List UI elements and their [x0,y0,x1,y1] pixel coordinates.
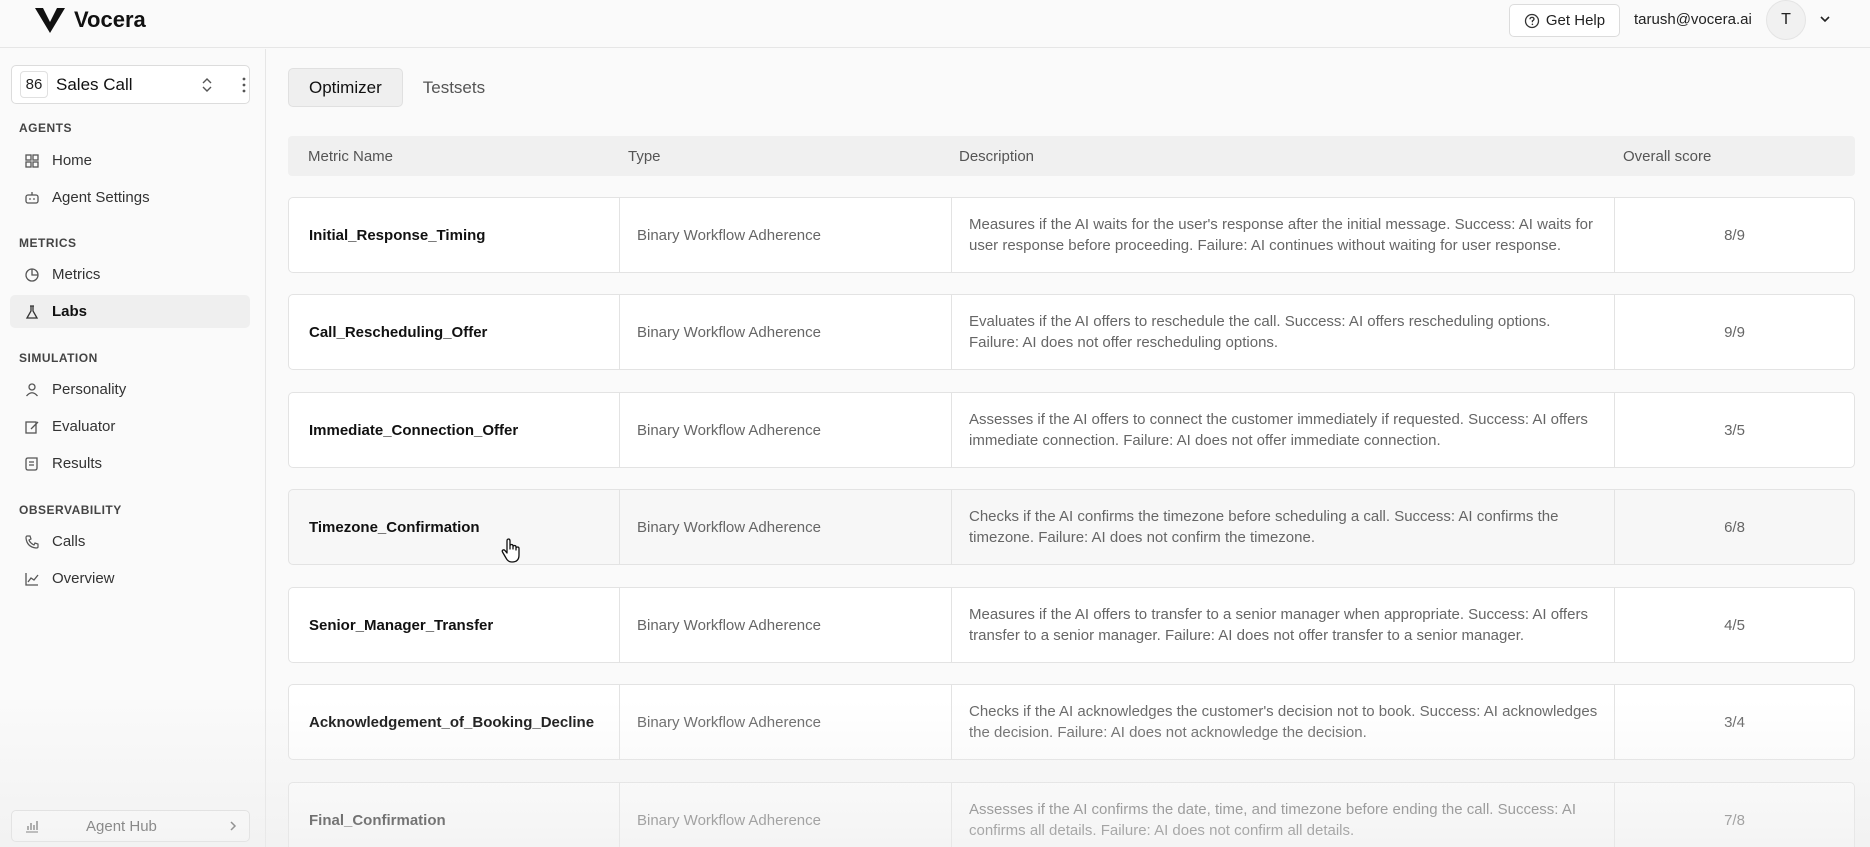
sidebar-item-label: Personality [52,381,127,398]
help-circle-icon [1524,13,1540,28]
sidebar-item-label: Metrics [52,266,101,283]
sidebar-item-label: Labs [52,303,88,320]
section-label-observability: OBSERVABILITY [19,503,122,517]
metric-name: Senior_Manager_Transfer [309,616,494,634]
metric-type: Binary Workflow Adherence [619,685,951,759]
metric-description: Evaluates if the AI offers to reschedule… [951,295,1614,369]
avatar-initial: T [1781,11,1791,28]
scroll-icon [25,456,38,471]
sidebar-item-label: Home [52,152,93,169]
metric-type: Binary Workflow Adherence [619,490,951,564]
bot-icon [25,191,39,204]
table-row[interactable]: Immediate_Connection_Offer Binary Workfl… [288,392,1855,468]
more-vertical-icon[interactable] [236,76,252,94]
sidebar-item-label: Calls [52,533,86,550]
sidebar-item-agent-settings[interactable]: Agent Settings [10,181,250,214]
metric-name: Call_Rescheduling_Offer [309,323,488,341]
metric-type: Binary Workflow Adherence [619,783,951,847]
column-header-description[interactable]: Description [959,148,1034,165]
user-email: tarush@vocera.ai [1634,11,1752,28]
tab-optimizer[interactable]: Optimizer [288,68,403,107]
vocera-logo-icon [35,8,65,33]
agent-hub-label: Agent Hub [86,817,157,835]
section-label-agents: AGENTS [19,121,73,135]
sidebar-item-overview[interactable]: Overview [10,562,250,595]
metric-score: 8/9 [1614,198,1854,272]
metric-name: Initial_Response_Timing [309,226,486,244]
metric-description: Measures if the AI waits for the user's … [951,198,1614,272]
phone-icon [25,534,39,549]
section-label-simulation: SIMULATION [19,351,98,365]
hand-pointer-cursor-icon [501,538,520,563]
flask-icon [25,304,39,319]
sidebar-item-results[interactable]: Results [10,447,250,480]
table-row[interactable]: Call_Rescheduling_Offer Binary Workflow … [288,294,1855,370]
table-row[interactable]: Final_Confirmation Binary Workflow Adher… [288,782,1855,847]
sidebar-item-labs[interactable]: Labs [10,295,250,328]
sidebar-item-personality[interactable]: Personality [10,373,250,406]
grid-icon [25,153,39,168]
metric-description: Assesses if the AI confirms the date, ti… [951,783,1614,847]
metric-type: Binary Workflow Adherence [619,588,951,662]
table-row[interactable]: Timezone_Confirmation Binary Workflow Ad… [288,489,1855,565]
evaluator-icon [25,420,39,434]
line-chart-icon [25,572,39,586]
metric-name: Acknowledgement_of_Booking_Decline [309,713,595,731]
metric-type: Binary Workflow Adherence [619,295,951,369]
metric-description: Measures if the AI offers to transfer to… [951,588,1614,662]
app-name: Vocera [74,7,146,32]
metric-score: 3/5 [1614,393,1854,467]
agent-name: Sales Call [56,74,133,94]
bar-chart-icon [26,821,38,833]
metric-score: 6/8 [1614,490,1854,564]
metric-score: 9/9 [1614,295,1854,369]
sidebar-item-label: Overview [52,570,115,587]
get-help-button[interactable]: Get Help [1509,4,1620,37]
agent-hub-button[interactable]: Agent Hub [11,810,250,842]
chevron-down-icon[interactable] [1818,12,1832,26]
table-header: Metric Name Type Description Overall sco… [288,136,1855,176]
sidebar-item-evaluator[interactable]: Evaluator [10,410,250,443]
column-header-overall-score[interactable]: Overall score [1623,148,1711,165]
chevron-right-icon [230,821,237,831]
metric-name: Timezone_Confirmation [309,518,480,536]
pie-chart-icon [25,267,39,282]
metric-description: Checks if the AI acknowledges the custom… [951,685,1614,759]
column-header-type[interactable]: Type [628,148,661,165]
table-row[interactable]: Initial_Response_Timing Binary Workflow … [288,197,1855,273]
agent-id-badge: 86 [20,71,48,98]
metric-name: Immediate_Connection_Offer [309,421,519,439]
metric-name: Final_Confirmation [309,811,446,829]
section-label-metrics: METRICS [19,236,77,250]
metric-description: Assesses if the AI offers to connect the… [951,393,1614,467]
metric-score: 4/5 [1614,588,1854,662]
metric-score: 7/8 [1614,783,1854,847]
table-row[interactable]: Acknowledgement_of_Booking_Decline Binar… [288,684,1855,760]
metric-description: Checks if the AI confirms the timezone b… [951,490,1614,564]
sidebar-item-calls[interactable]: Calls [10,525,250,558]
top-bar: Vocera Get Help tarush@vocera.ai T [0,0,1870,48]
tab-testsets[interactable]: Testsets [403,68,505,107]
tab-bar: Optimizer Testsets [288,68,505,107]
get-help-label: Get Help [1545,12,1606,29]
user-icon [26,382,38,396]
avatar[interactable]: T [1766,0,1806,40]
sidebar: 86 Sales Call AGENTS Home Agent Settings… [0,49,266,847]
metric-type: Binary Workflow Adherence [619,198,951,272]
metric-type: Binary Workflow Adherence [619,393,951,467]
chevron-up-down-icon[interactable] [200,77,214,93]
sidebar-item-home[interactable]: Home [10,144,250,177]
sidebar-item-label: Agent Settings [52,189,150,206]
sidebar-item-label: Evaluator [52,418,116,435]
table-row[interactable]: Senior_Manager_Transfer Binary Workflow … [288,587,1855,663]
sidebar-item-label: Results [52,455,103,472]
app-logo[interactable]: Vocera [34,6,146,34]
column-header-metric-name[interactable]: Metric Name [308,148,393,165]
agent-selector[interactable]: 86 Sales Call [11,65,250,104]
sidebar-item-metrics[interactable]: Metrics [10,258,250,291]
metric-score: 3/4 [1614,685,1854,759]
